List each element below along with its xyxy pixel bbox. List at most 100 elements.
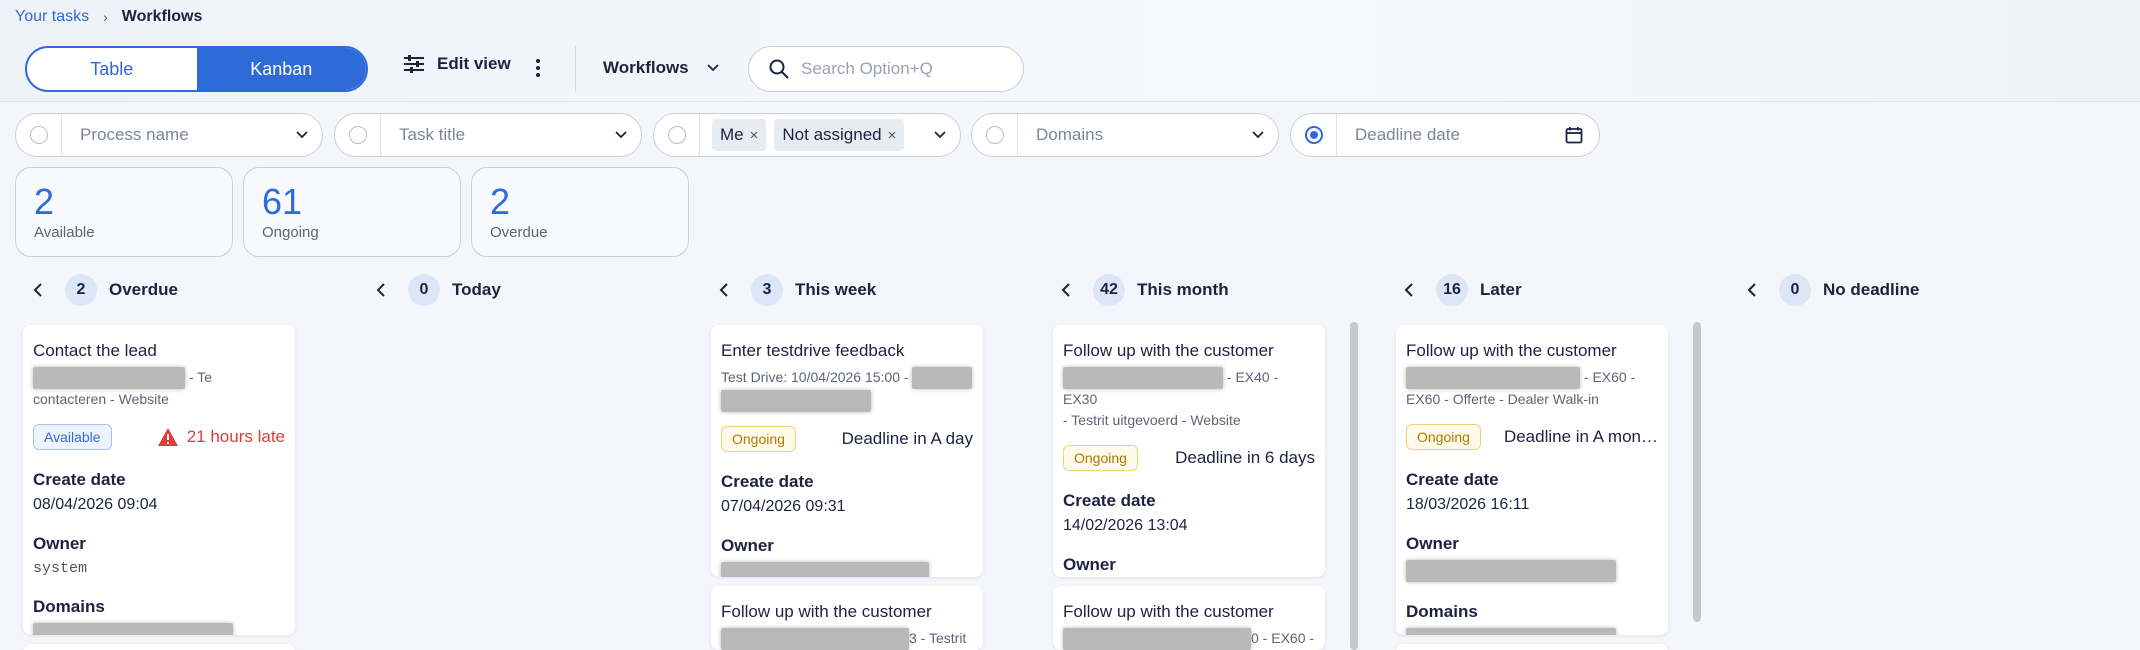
toolbar-divider [575, 46, 576, 92]
field-value: 14/02/2026 13:04 [1063, 517, 1188, 535]
search-icon [769, 59, 789, 79]
field-value [1406, 560, 1658, 583]
field-label: Create date [1406, 470, 1499, 490]
domains-radio[interactable] [972, 114, 1018, 156]
column-header-this-week: 3 This week [719, 274, 876, 306]
field-label: Domains [1406, 602, 1478, 622]
chevron-down-icon [1252, 131, 1264, 139]
column-scrollbar[interactable] [1693, 322, 1701, 622]
domains-placeholder: Domains [1036, 125, 1104, 144]
chevron-left-icon[interactable] [33, 283, 53, 297]
status-badge: Available [33, 424, 112, 451]
stat-label: Overdue [490, 224, 548, 241]
card-status-row: Ongoing Deadline in 6 days [1063, 445, 1315, 472]
deadline-text: Deadline in 6 days [1175, 448, 1315, 468]
redacted-text [912, 367, 973, 390]
field-value: 07/04/2026 09:31 [721, 497, 846, 515]
card-title: Follow up with the customer [721, 602, 932, 621]
search-box[interactable] [748, 46, 1024, 92]
card-title: Contact the lead [33, 341, 157, 360]
field-value [1406, 628, 1658, 635]
chevron-left-icon[interactable] [1404, 283, 1424, 297]
column-scrollbar[interactable] [1350, 322, 1358, 650]
task-card-week-2[interactable]: Follow up with the customer 3 - Testrit [711, 586, 983, 650]
remove-chip-icon[interactable]: × [750, 127, 759, 144]
remove-chip-icon[interactable]: × [888, 127, 897, 144]
card-subtitle: 3 - Testrit [721, 628, 973, 650]
field-label: Owner [1406, 534, 1459, 554]
card-title: Enter testdrive feedback [721, 341, 905, 360]
view-toggle: Table Kanban [25, 46, 368, 92]
chip-not-assigned: Not assigned × [774, 119, 905, 151]
card-subtitle-a: 3 - Testrit [909, 630, 967, 646]
chevron-left-icon[interactable] [1061, 283, 1081, 297]
chevron-down-icon [707, 64, 719, 72]
card-status-row: Available 21 hours late [33, 424, 285, 451]
view-kanban-button[interactable]: Kanban [196, 48, 366, 90]
breadcrumb-current: Workflows [121, 8, 203, 25]
chevron-left-icon[interactable] [719, 283, 739, 297]
column-count: 16 [1436, 274, 1468, 306]
field-label: Create date [721, 471, 814, 491]
chevron-down-icon [934, 131, 946, 139]
chevron-left-icon[interactable] [1747, 283, 1767, 297]
column-count: 2 [65, 274, 97, 306]
chevron-down-icon [615, 131, 627, 139]
more-options-icon[interactable] [530, 56, 546, 80]
column-title: This week [795, 280, 877, 299]
stat-available[interactable]: 2 Available [15, 167, 233, 257]
task-title-radio[interactable] [335, 114, 381, 156]
workflows-dropdown[interactable]: Workflows [603, 58, 719, 78]
deadline-date-radio[interactable] [1291, 114, 1337, 156]
task-card-week-1[interactable]: Enter testdrive feedback Test Drive: 10/… [711, 325, 983, 577]
stat-value: 2 [490, 181, 511, 222]
assignee-filter[interactable]: Me × Not assigned × [653, 113, 961, 157]
column-count: 42 [1093, 274, 1125, 306]
breadcrumb-your-tasks[interactable]: Your tasks [15, 8, 89, 26]
field-value: 08/04/2026 09:04 [33, 496, 158, 514]
assignee-chips: Me × Not assigned × [700, 119, 934, 151]
stat-overdue[interactable]: 2 Overdue [471, 167, 689, 257]
view-table-button[interactable]: Table [27, 48, 197, 90]
redacted-text [1406, 367, 1580, 390]
process-name-radio[interactable] [16, 114, 62, 156]
search-input[interactable] [801, 59, 1001, 79]
redacted-text [1406, 628, 1616, 635]
task-card-later-1[interactable]: Follow up with the customer - EX60 - EX60… [1396, 325, 1668, 635]
task-card-month-2[interactable]: Follow up with the customer 0 - EX60 - [1053, 586, 1325, 650]
task-card-later-2[interactable] [1396, 644, 1668, 650]
stat-label: Ongoing [262, 224, 319, 241]
process-name-filter[interactable]: Process name [15, 113, 323, 157]
field-label: Create date [1063, 491, 1156, 511]
field-label: Create date [33, 470, 126, 490]
task-card-overdue-1[interactable]: Contact the lead - Te contacteren - Websi… [23, 325, 295, 635]
column-count: 3 [751, 274, 783, 306]
calendar-icon[interactable] [1565, 126, 1583, 144]
edit-view-button[interactable]: Edit view [403, 54, 511, 74]
column-header-no-deadline: 0 No deadline [1747, 274, 1919, 306]
redacted-text [1406, 560, 1616, 583]
status-badge: Ongoing [1406, 424, 1481, 451]
column-title: Overdue [109, 280, 178, 299]
field-label: Owner [721, 535, 774, 555]
redacted-text [721, 389, 871, 412]
stat-label: Available [34, 224, 95, 241]
task-title-filter[interactable]: Task title [334, 113, 642, 157]
task-card-month-1[interactable]: Follow up with the customer - EX40 - EX3… [1053, 325, 1325, 577]
breadcrumb: Your tasks › Workflows [15, 8, 202, 26]
redacted-text [721, 628, 909, 650]
deadline-date-filter[interactable]: Deadline date [1290, 113, 1600, 157]
task-card-overdue-2[interactable] [23, 644, 295, 650]
warning-icon [157, 428, 178, 447]
field-value: system [33, 560, 88, 578]
card-subtitle: Test Drive: 10/04/2026 15:00 - [721, 367, 973, 412]
column-header-overdue: 2 Overdue [33, 274, 178, 306]
deadline-text: Deadline in A day [841, 428, 973, 448]
assignee-radio[interactable] [654, 114, 700, 156]
domains-filter[interactable]: Domains [971, 113, 1279, 157]
redacted-text [1063, 628, 1251, 650]
stat-ongoing[interactable]: 61 Ongoing [243, 167, 461, 257]
chevron-left-icon[interactable] [376, 283, 396, 297]
workflows-label: Workflows [603, 58, 689, 77]
late-text: 21 hours late [186, 427, 285, 447]
